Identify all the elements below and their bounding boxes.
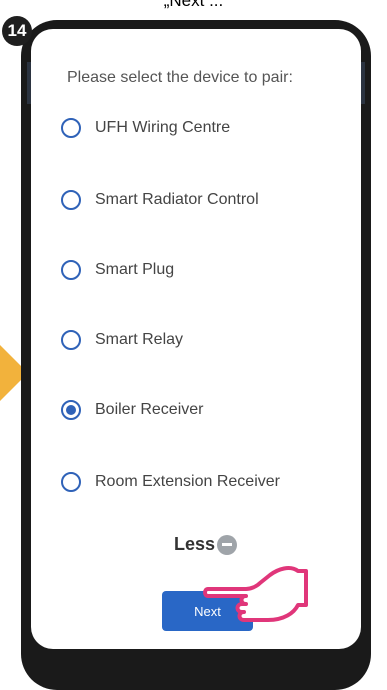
radio-checked-icon[interactable] (61, 400, 81, 420)
radio-unchecked-icon[interactable] (61, 330, 81, 350)
radio-unchecked-icon[interactable] (61, 118, 81, 138)
radio-unchecked-icon[interactable] (61, 190, 81, 210)
pointing-hand-icon (203, 566, 308, 622)
option-room-extension-receiver[interactable]: Room Extension Receiver (61, 467, 280, 497)
step-number-badge: 14 (2, 16, 32, 46)
pairing-prompt: Please select the device to pair: (67, 69, 293, 86)
radio-unchecked-icon[interactable] (61, 260, 81, 280)
option-boiler-receiver[interactable]: Boiler Receiver (61, 395, 203, 425)
option-smart-relay[interactable]: Smart Relay (61, 325, 183, 355)
less-label: Less (174, 534, 216, 554)
minus-circle-icon[interactable] (217, 534, 238, 555)
option-label: UFH Wiring Centre (95, 119, 231, 136)
option-smart-plug[interactable]: Smart Plug (61, 255, 174, 285)
option-label: Boiler Receiver (95, 401, 204, 418)
option-label: Smart Plug (95, 261, 175, 278)
option-smart-radiator-control[interactable]: Smart Radiator Control (61, 185, 259, 215)
less-toggle[interactable]: Less (174, 534, 238, 555)
option-label: Smart Relay (95, 331, 184, 348)
radio-dot (66, 405, 76, 415)
radio-unchecked-icon[interactable] (61, 472, 81, 492)
option-label: Room Extension Receiver (95, 473, 280, 490)
instruction-caption: „Next ... (163, 0, 224, 10)
device-select-dialog: Please select the device to pair: UFH Wi… (31, 29, 361, 649)
option-label: Smart Radiator Control (95, 191, 259, 208)
option-ufh-wiring-centre[interactable]: UFH Wiring Centre (61, 113, 230, 143)
